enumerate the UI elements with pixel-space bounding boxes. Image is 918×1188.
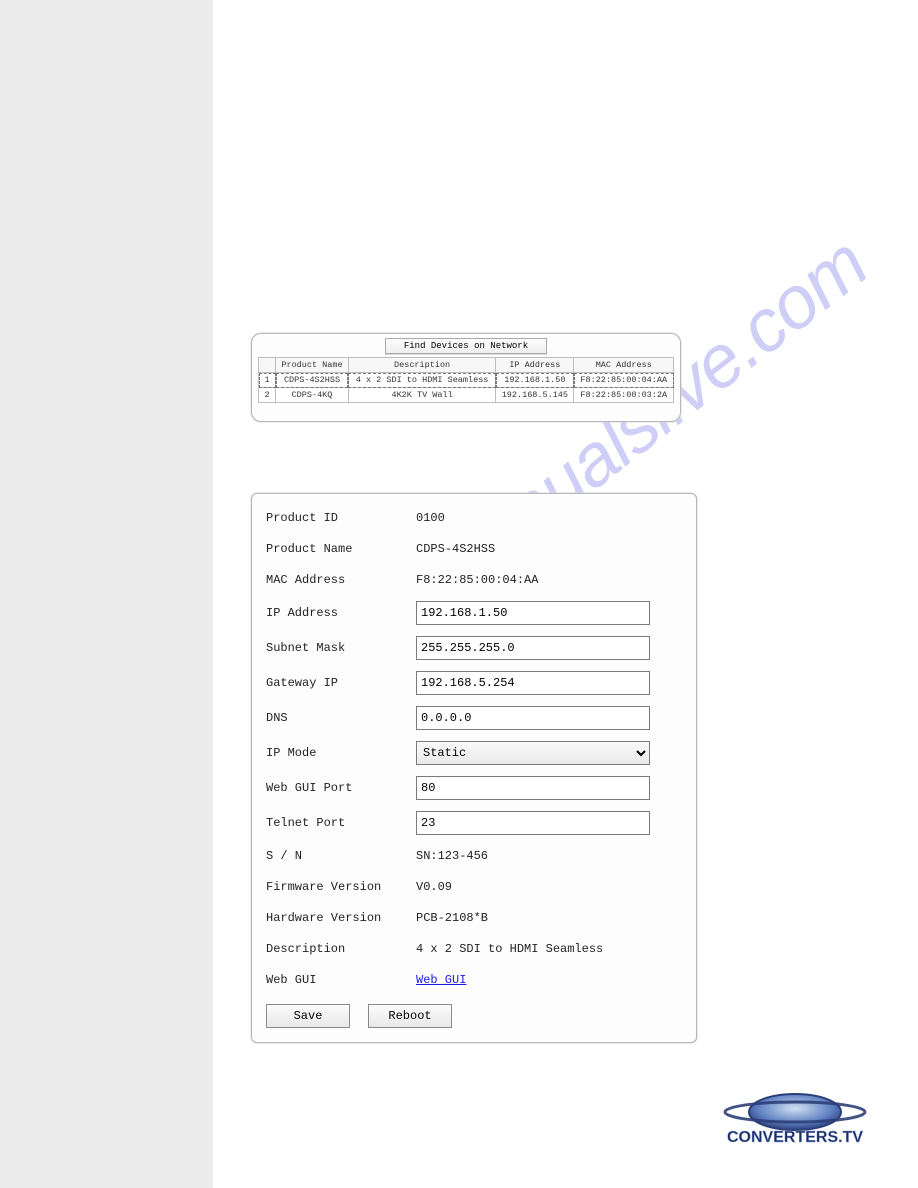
sidebar bbox=[0, 0, 213, 1188]
content-area: manualslive.com Find Devices on Network … bbox=[213, 0, 918, 1188]
value-hw: PCB-2108*B bbox=[416, 911, 488, 925]
cell-mac: F8:22:85:00:04:AA bbox=[574, 373, 674, 388]
label-desc: Description bbox=[266, 942, 416, 956]
label-ip: IP Address bbox=[266, 606, 416, 620]
subnet-mask-input[interactable] bbox=[416, 636, 650, 660]
cell-mac: F8:22:85:00:03:2A bbox=[574, 388, 674, 403]
label-web-gui: Web GUI bbox=[266, 973, 416, 987]
label-subnet: Subnet Mask bbox=[266, 641, 416, 655]
col-ip-address: IP Address bbox=[496, 358, 574, 373]
value-product-name: CDPS-4S2HSS bbox=[416, 542, 495, 556]
col-product-name: Product Name bbox=[276, 358, 349, 373]
label-mac: MAC Address bbox=[266, 573, 416, 587]
cell-ip: 192.168.1.50 bbox=[496, 373, 574, 388]
value-sn: SN:123-456 bbox=[416, 849, 488, 863]
device-details-card: Product ID 0100 Product Name CDPS-4S2HSS… bbox=[251, 493, 697, 1043]
save-button[interactable]: Save bbox=[266, 1004, 350, 1028]
converters-tv-logo: CONVERTERS.TV bbox=[700, 1090, 890, 1152]
label-sn: S / N bbox=[266, 849, 416, 863]
dns-input[interactable] bbox=[416, 706, 650, 730]
cell-product-name: CDPS-4KQ bbox=[276, 388, 349, 403]
table-row[interactable]: 1 CDPS-4S2HSS 4 x 2 SDI to HDMI Seamless… bbox=[259, 373, 674, 388]
cell-product-name: CDPS-4S2HSS bbox=[276, 373, 349, 388]
telnet-port-input[interactable] bbox=[416, 811, 650, 835]
col-description: Description bbox=[348, 358, 495, 373]
ip-address-input[interactable] bbox=[416, 601, 650, 625]
logo-text: CONVERTERS.TV bbox=[727, 1129, 863, 1146]
label-telnet-port: Telnet Port bbox=[266, 816, 416, 830]
web-gui-port-input[interactable] bbox=[416, 776, 650, 800]
value-desc: 4 x 2 SDI to HDMI Seamless bbox=[416, 942, 603, 956]
cell-ip: 192.168.5.145 bbox=[496, 388, 574, 403]
web-gui-link[interactable]: Web GUI bbox=[416, 973, 466, 987]
col-index bbox=[259, 358, 276, 373]
devices-table: Product Name Description IP Address MAC … bbox=[258, 357, 674, 403]
table-header-row: Product Name Description IP Address MAC … bbox=[259, 358, 674, 373]
cell-index: 2 bbox=[259, 388, 276, 403]
label-fw: Firmware Version bbox=[266, 880, 416, 894]
cell-description: 4K2K TV Wall bbox=[348, 388, 495, 403]
label-product-name: Product Name bbox=[266, 542, 416, 556]
label-product-id: Product ID bbox=[266, 511, 416, 525]
find-devices-button[interactable]: Find Devices on Network bbox=[385, 338, 547, 354]
value-fw: V0.09 bbox=[416, 880, 452, 894]
label-ip-mode: IP Mode bbox=[266, 746, 416, 760]
logo-icon: CONVERTERS.TV bbox=[700, 1090, 890, 1152]
reboot-button[interactable]: Reboot bbox=[368, 1004, 452, 1028]
col-mac-address: MAC Address bbox=[574, 358, 674, 373]
label-dns: DNS bbox=[266, 711, 416, 725]
cell-index: 1 bbox=[259, 373, 276, 388]
label-gateway: Gateway IP bbox=[266, 676, 416, 690]
value-product-id: 0100 bbox=[416, 511, 445, 525]
label-web-port: Web GUI Port bbox=[266, 781, 416, 795]
table-row[interactable]: 2 CDPS-4KQ 4K2K TV Wall 192.168.5.145 F8… bbox=[259, 388, 674, 403]
label-hw: Hardware Version bbox=[266, 911, 416, 925]
ip-mode-select[interactable]: Static bbox=[416, 741, 650, 765]
cell-description: 4 x 2 SDI to HDMI Seamless bbox=[348, 373, 495, 388]
devices-panel: Find Devices on Network Product Name Des… bbox=[251, 333, 681, 422]
gateway-ip-input[interactable] bbox=[416, 671, 650, 695]
value-mac: F8:22:85:00:04:AA bbox=[416, 573, 538, 587]
